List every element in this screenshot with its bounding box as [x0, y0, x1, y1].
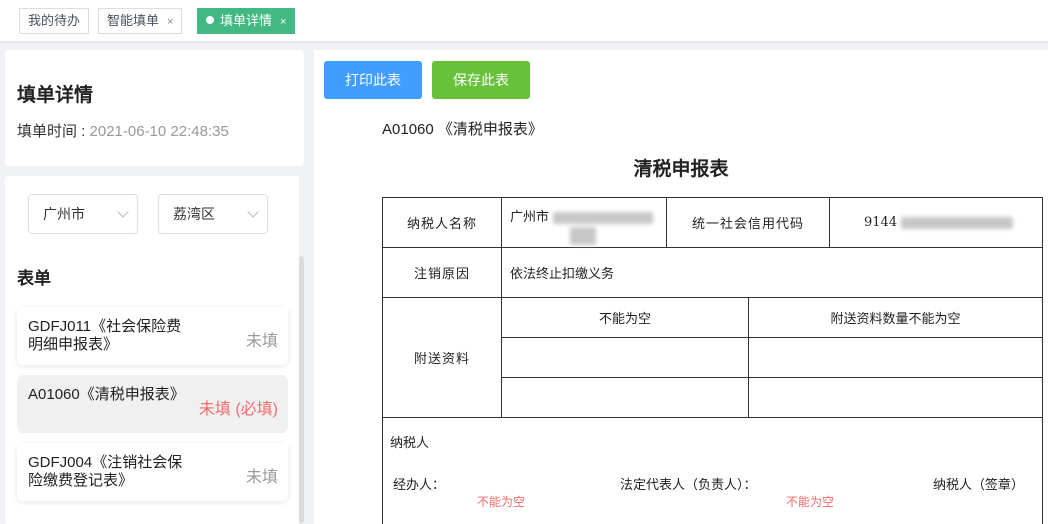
- scrollbar-thumb[interactable]: [299, 256, 304, 524]
- fill-time: 填单时间 : 2021-06-10 22:48:35: [17, 120, 229, 141]
- attachment-count-field[interactable]: [747, 377, 1044, 418]
- attachment-name-field[interactable]: 不能为空: [501, 297, 749, 338]
- form-item-status: 未填: [245, 469, 278, 486]
- form-code: A01060 《清税申报表》: [382, 121, 543, 138]
- district-select[interactable]: 荔湾区: [158, 194, 268, 234]
- redacted-text: [553, 211, 654, 224]
- chevron-down-icon: [247, 206, 259, 218]
- form-list-item[interactable]: GDFJ004《注销社会保险缴费登记表》 未填: [17, 443, 288, 501]
- tab-label: 填单详情: [220, 13, 273, 28]
- active-dot-icon: [206, 16, 214, 24]
- redacted-text: [570, 227, 596, 245]
- form-item-status: 未填: [245, 333, 278, 350]
- tax-clearance-form: 纳税人名称 广州市 统一社会信用代码 9144 注销原因 依法终止扣缴义务 附送…: [381, 197, 1044, 524]
- taxpayer-name-value: 广州市: [510, 210, 550, 225]
- taxpayer-name-field[interactable]: 广州市: [501, 197, 667, 248]
- seal-label: 纳税人（签章）: [933, 477, 1025, 492]
- cancel-reason-label: 注销原因: [382, 247, 502, 298]
- form-detail-panel: 打印此表 保存此表 A01060 《清税申报表》 清税申报表 纳税人名称 广州市…: [314, 50, 1048, 524]
- attachment-name-field[interactable]: [501, 377, 749, 418]
- credit-code-field[interactable]: 9144: [829, 197, 1044, 248]
- city-select[interactable]: 广州市: [28, 194, 138, 234]
- form-list-panel: 广州市 荔湾区 表单 GDFJ011《社会保险费明细申报表》 未填 A01060…: [5, 176, 304, 524]
- page-title: 填单详情: [17, 85, 94, 106]
- taxpayer-label: 纳税人: [390, 435, 430, 450]
- detail-info-card: 填单详情 填单时间 : 2021-06-10 22:48:35: [5, 50, 304, 166]
- credit-code-label: 统一社会信用代码: [665, 197, 831, 248]
- tab-form-detail[interactable]: 填单详情 ×: [197, 8, 296, 34]
- tab-my-todo[interactable]: 我的待办: [19, 8, 90, 34]
- close-icon[interactable]: ×: [280, 16, 286, 28]
- handler-error: 不能为空: [477, 495, 526, 509]
- tab-smart-fill[interactable]: 智能填单 ×: [98, 8, 183, 34]
- form-item-name: GDFJ004《注销社会保险缴费登记表》: [28, 454, 183, 489]
- attachments-label: 附送资料: [382, 297, 502, 418]
- fill-time-label: 填单时间 :: [17, 123, 90, 140]
- form-title: 清税申报表: [633, 158, 729, 180]
- tab-label: 我的待办: [28, 13, 81, 28]
- handler-label: 经办人：: [393, 477, 446, 492]
- tab-bar: 我的待办 智能填单 × 填单详情 ×: [0, 0, 1048, 42]
- close-icon[interactable]: ×: [167, 16, 173, 28]
- legal-rep-label: 法定代表人（负责人）：: [620, 477, 757, 492]
- district-select-value: 荔湾区: [173, 206, 215, 222]
- attachment-count-field[interactable]: [747, 337, 1044, 378]
- form-list-item[interactable]: GDFJ011《社会保险费明细申报表》 未填: [17, 307, 288, 365]
- form-item-name: GDFJ011《社会保险费明细申报表》: [28, 318, 182, 353]
- redacted-text: [901, 216, 1014, 229]
- form-list-item-selected[interactable]: A01060《清税申报表》 未填 (必填): [17, 375, 288, 433]
- cancel-reason-value[interactable]: 依法终止扣缴义务: [500, 247, 1044, 298]
- form-item-status: 未填 (必填): [198, 401, 278, 418]
- print-button[interactable]: 打印此表: [324, 61, 422, 99]
- signature-section: 纳税人 经办人： 不能为空 法定代表人（负责人）： 不能为空 纳税人（签章）: [381, 417, 1044, 524]
- form-list-title: 表单: [17, 269, 51, 288]
- tab-label: 智能填单: [107, 13, 160, 28]
- city-select-value: 广州市: [43, 206, 85, 222]
- chevron-down-icon: [117, 206, 129, 218]
- taxpayer-name-label: 纳税人名称: [382, 197, 502, 248]
- fill-time-value: 2021-06-10 22:48:35: [89, 123, 229, 140]
- attachment-name-field[interactable]: [501, 337, 749, 378]
- legal-rep-error: 不能为空: [786, 495, 835, 509]
- credit-code-value: 9144: [864, 215, 898, 230]
- form-item-name: A01060《清税申报表》: [28, 386, 185, 403]
- save-button[interactable]: 保存此表: [432, 61, 530, 99]
- attachment-count-field[interactable]: 附送资料数量不能为空: [747, 297, 1044, 338]
